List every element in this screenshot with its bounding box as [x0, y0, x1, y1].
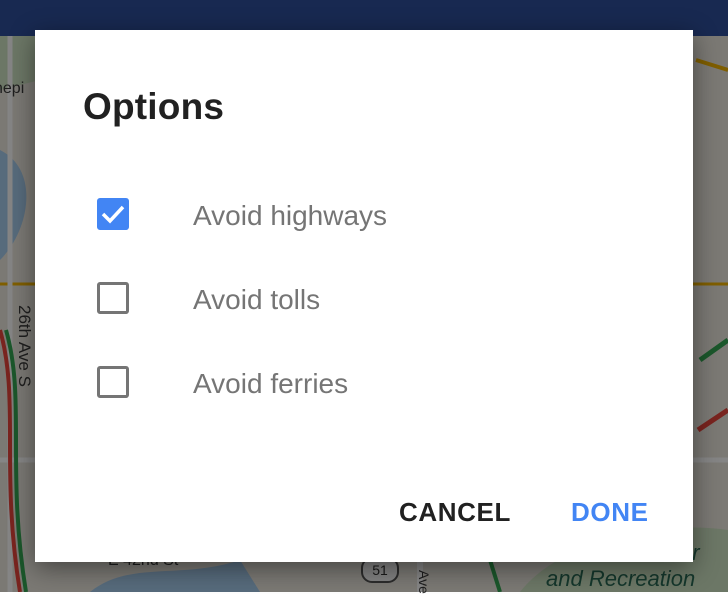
option-label: Avoid tolls	[193, 284, 321, 315]
done-button[interactable]: DONE	[571, 492, 649, 532]
option-label: Avoid highways	[193, 200, 388, 231]
cancel-button[interactable]: CANCEL	[399, 492, 511, 532]
option-avoid-ferries[interactable]: Avoid ferries	[83, 354, 643, 414]
checkbox-unchecked-icon[interactable]	[97, 282, 129, 314]
checkmark-icon	[101, 205, 125, 224]
checkbox-unchecked-icon[interactable]	[97, 366, 129, 398]
checkbox-checked-icon[interactable]	[97, 198, 129, 230]
option-label: Avoid ferries	[193, 368, 349, 399]
options-dialog: Options Avoid highways Avoid tolls Avoid…	[35, 30, 693, 562]
dialog-title: Options	[83, 86, 225, 127]
option-avoid-highways[interactable]: Avoid highways	[83, 186, 643, 246]
option-avoid-tolls[interactable]: Avoid tolls	[83, 270, 643, 330]
